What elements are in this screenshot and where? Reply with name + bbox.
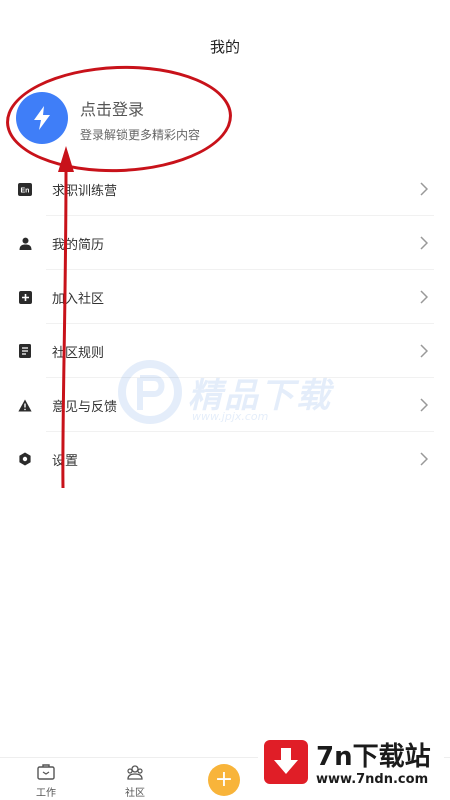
tab-label: 社区 <box>125 788 145 799</box>
menu-item-label: 加入社区 <box>52 291 105 307</box>
briefcase-icon <box>37 764 55 780</box>
menu-item-my-resume[interactable]: 我的简历 <box>0 216 450 270</box>
avatar[interactable] <box>16 92 68 144</box>
brand-url: www.7ndn.com <box>316 772 429 787</box>
menu-item-label: 意见与反馈 <box>52 399 118 415</box>
svg-text:En: En <box>21 187 30 194</box>
lightning-icon <box>34 106 50 130</box>
warning-icon <box>18 398 32 412</box>
community-icon <box>127 765 143 780</box>
menu-item-settings[interactable]: 设置 <box>0 432 450 486</box>
chevron-right-icon <box>420 398 428 412</box>
login-subtitle: 登录解锁更多精彩内容 <box>80 128 201 142</box>
menu-item-label: 设置 <box>52 453 79 469</box>
menu-item-join-community[interactable]: 加入社区 <box>0 270 450 324</box>
tab-community[interactable]: 社区 <box>105 762 165 799</box>
my-profile-screen: 我的 点击登录 登录解锁更多精彩内容 En 求职训练营 我的简历 加入社区 社区… <box>0 0 450 800</box>
tab-work[interactable]: 工作 <box>16 762 76 799</box>
menu-item-label: 我的简历 <box>52 237 105 253</box>
menu-item-job-training[interactable]: En 求职训练营 <box>0 162 450 216</box>
document-icon <box>18 344 32 358</box>
chevron-right-icon <box>420 182 428 196</box>
plus-square-icon <box>18 290 32 304</box>
menu-item-community-rules[interactable]: 社区规则 <box>0 324 450 378</box>
login-title[interactable]: 点击登录 <box>80 96 144 120</box>
en-badge-icon: En <box>18 182 32 196</box>
chevron-right-icon <box>420 452 428 466</box>
menu-item-feedback[interactable]: 意见与反馈 <box>0 378 450 432</box>
chevron-right-icon <box>420 236 428 250</box>
menu-list: En 求职训练营 我的简历 加入社区 社区规则 意见与反馈 设置 <box>0 162 450 486</box>
chevron-right-icon <box>420 290 428 304</box>
add-button[interactable]: + <box>208 764 240 796</box>
brand-badge: 7n下载站 www.7ndn.com <box>258 736 444 794</box>
person-icon <box>18 236 32 250</box>
download-arrow-icon <box>264 740 308 784</box>
hexagon-settings-icon <box>18 452 32 466</box>
tab-label: 工作 <box>36 788 56 799</box>
brand-name: 7n下载站 <box>316 742 431 772</box>
chevron-right-icon <box>420 344 428 358</box>
login-card[interactable]: 点击登录 登录解锁更多精彩内容 <box>16 88 316 152</box>
menu-item-label: 社区规则 <box>52 345 105 361</box>
menu-item-label: 求职训练营 <box>52 183 118 199</box>
page-title: 我的 <box>209 38 240 56</box>
